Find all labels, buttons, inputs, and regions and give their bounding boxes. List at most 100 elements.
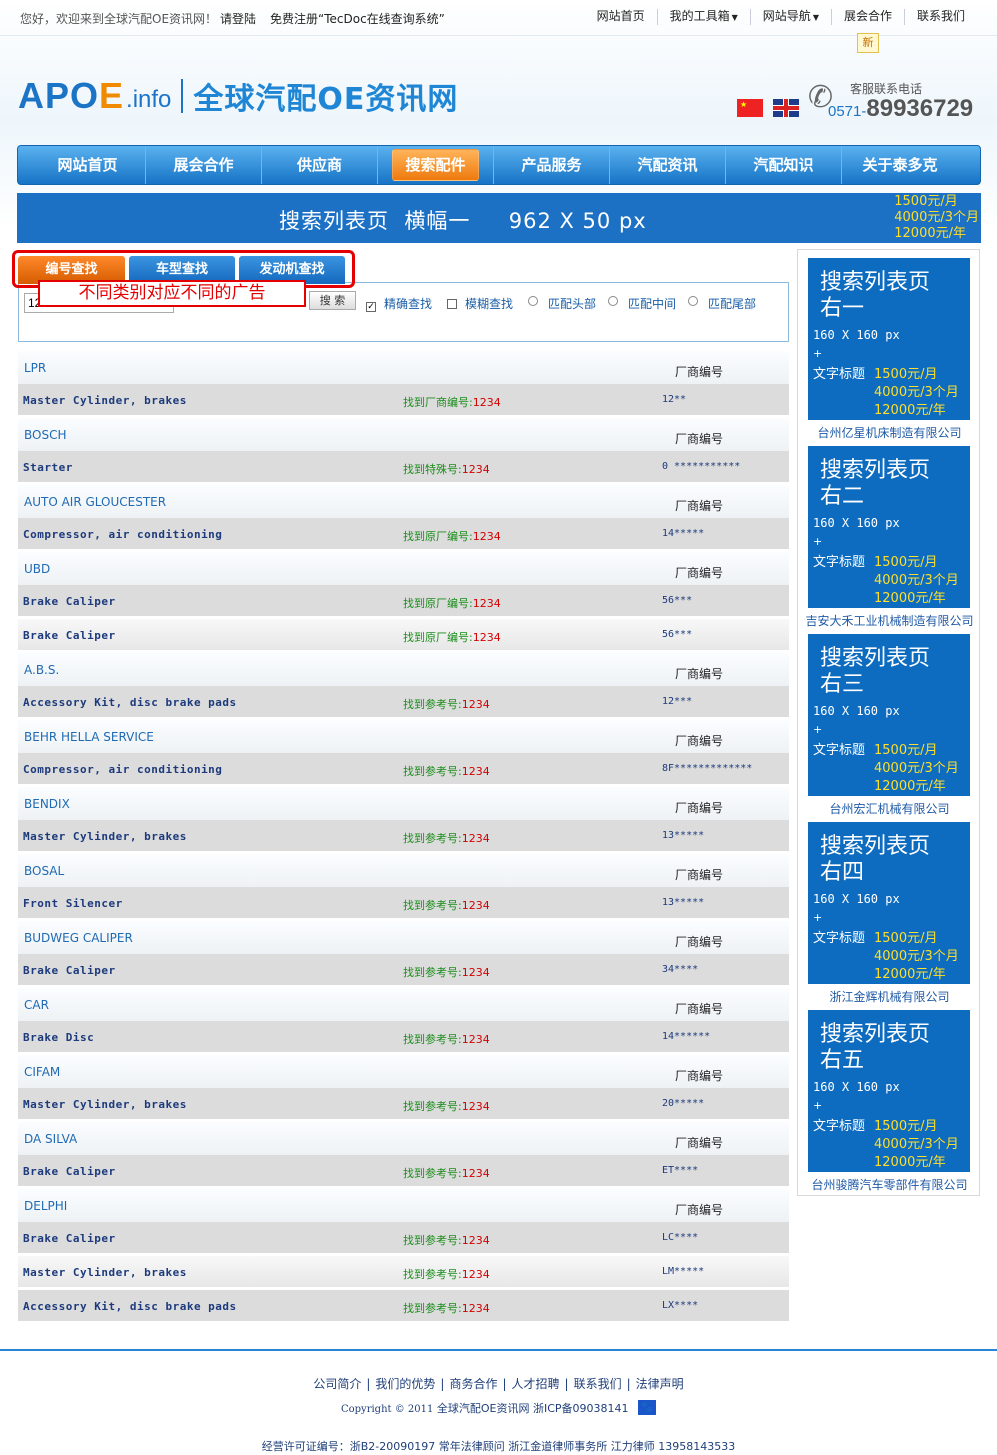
table-row[interactable]: Accessory Kit, disc brake pads 找到参考号:1234… <box>18 686 789 717</box>
match-info: 找到特殊号:1234 <box>403 463 490 476</box>
option-match-tail[interactable]: 匹配尾部 <box>688 295 756 312</box>
table-row[interactable]: Master Cylinder, brakes 找到参考号:1234 20***** <box>18 1088 789 1119</box>
topnav-exhibition[interactable]: 展会合作 <box>830 9 904 25</box>
company-link[interactable]: 浙江金辉机械有限公司 <box>798 988 981 1005</box>
brand-row: DA SILVA 厂商编号 <box>18 1122 789 1155</box>
table-row[interactable]: Accessory Kit, disc brake pads 找到参考号:1234… <box>18 1290 789 1321</box>
brand-link[interactable]: CIFAM <box>24 1065 60 1079</box>
match-info: 找到原厂编号:1234 <box>403 597 501 610</box>
footer-link[interactable]: 联系我们 <box>574 1377 622 1391</box>
footer-link[interactable]: 我们的优势 <box>375 1377 435 1391</box>
option-match-head[interactable]: 匹配头部 <box>528 295 596 312</box>
brand-link[interactable]: BOSAL <box>24 864 64 878</box>
part-description[interactable]: Brake Caliper <box>23 629 116 642</box>
side-ad[interactable]: 搜索列表页 右四 160 X 160 px + 文字标题 1500元/月 4000元/3个月… <box>808 822 970 984</box>
side-ad[interactable]: 搜索列表页 右三 160 X 160 px + 文字标题 1500元/月 4000元/3个月… <box>808 634 970 796</box>
part-description[interactable]: Starter <box>23 461 73 474</box>
topnav-home[interactable]: 网站首页 <box>585 9 657 25</box>
table-row[interactable]: Brake Caliper 找到参考号:1234 34**** <box>18 954 789 985</box>
brand-link[interactable]: A.B.S. <box>24 663 59 677</box>
register-link[interactable]: 免费注册“TecDoc在线查询系统” <box>270 10 445 27</box>
oe-label: 厂商编号 <box>675 868 724 882</box>
mainnav-item[interactable]: 展会合作 <box>146 146 262 184</box>
table-row[interactable]: Master Cylinder, brakes 找到参考号:1234 13***** <box>18 820 789 851</box>
table-row[interactable]: Brake Caliper 找到参考号:1234 ET**** <box>18 1155 789 1186</box>
part-description[interactable]: Brake Caliper <box>23 595 116 608</box>
paw-icon[interactable]: 🐾 <box>638 1400 657 1415</box>
side-ad[interactable]: 搜索列表页 右一 160 X 160 px + 文字标题 1500元/月 4000元/3个月… <box>808 258 970 420</box>
table-row[interactable]: Master Cylinder, brakes 找到厂商编号:1234 12** <box>18 384 789 415</box>
footer-link[interactable]: 商务合作 <box>449 1377 497 1391</box>
site-logo[interactable]: APOE .info 全球汽配OE资讯网 <box>18 74 458 118</box>
mainnav-item[interactable]: 汽配资讯 <box>610 146 726 184</box>
chinese-flag-icon[interactable]: ★ <box>737 99 763 117</box>
company-link[interactable]: 台州宏汇机械有限公司 <box>798 800 981 817</box>
table-row[interactable]: Front Silencer 找到参考号:1234 13***** <box>18 887 789 918</box>
side-ad[interactable]: 搜索列表页 右二 160 X 160 px + 文字标题 1500元/月 4000元/3个月… <box>808 446 970 608</box>
brand-link[interactable]: BENDIX <box>24 797 70 811</box>
brand-link[interactable]: AUTO AIR GLOUCESTER <box>24 495 166 509</box>
part-description[interactable]: Accessory Kit, disc brake pads <box>23 1300 237 1313</box>
search-button[interactable]: 搜 索 <box>309 291 356 310</box>
oe-label: 厂商编号 <box>675 566 724 580</box>
table-row[interactable]: Compressor, air conditioning 找到参考号:1234 8F… <box>18 753 789 784</box>
mainnav-item[interactable]: 汽配知识 <box>726 146 842 184</box>
part-description[interactable]: Compressor, air conditioning <box>23 528 222 541</box>
table-row[interactable]: Starter 找到特殊号:1234 0 *********** <box>18 451 789 482</box>
part-description[interactable]: Master Cylinder, brakes <box>23 830 187 843</box>
mainnav-item[interactable]: 搜索配件 <box>378 146 494 184</box>
topnav-contact[interactable]: 联系我们 <box>903 9 977 25</box>
copyright: Copyright © 2011 全球汽配OE资讯网 浙ICP备09038141… <box>0 1400 997 1416</box>
company-link[interactable]: 台州骏腾汽车零部件有限公司 <box>798 1176 981 1193</box>
table-row[interactable]: Brake Caliper 找到参考号:1234 LC**** <box>18 1222 789 1253</box>
brand-row: BOSAL 厂商编号 <box>18 854 789 887</box>
table-row[interactable]: Brake Caliper 找到原厂编号:1234 56*** <box>18 585 789 616</box>
brand-link[interactable]: DA SILVA <box>24 1132 77 1146</box>
match-info: 找到参考号:1234 <box>403 765 490 778</box>
part-description[interactable]: Accessory Kit, disc brake pads <box>23 696 237 709</box>
topnav-sitemap[interactable]: 网站导航 ▼ <box>749 9 831 25</box>
part-description[interactable]: Front Silencer <box>23 897 123 910</box>
brand-link[interactable]: BEHR HELLA SERVICE <box>24 730 154 744</box>
option-match-middle[interactable]: 匹配中间 <box>608 295 676 312</box>
mainnav-item[interactable]: 网站首页 <box>30 146 146 184</box>
table-row[interactable]: Compressor, air conditioning 找到原厂编号:1234 1… <box>18 518 789 549</box>
table-row[interactable]: Master Cylinder, brakes 找到参考号:1234 LM***** <box>18 1256 789 1287</box>
part-description[interactable]: Brake Caliper <box>23 964 116 977</box>
part-description[interactable]: Brake Disc <box>23 1031 94 1044</box>
match-info: 找到参考号:1234 <box>403 1167 490 1180</box>
part-description[interactable]: Master Cylinder, brakes <box>23 1266 187 1279</box>
part-description[interactable]: Master Cylinder, brakes <box>23 394 187 407</box>
company-link[interactable]: 台州亿星机床制造有限公司 <box>798 424 981 441</box>
brand-link[interactable]: LPR <box>24 361 46 375</box>
part-description[interactable]: Brake Caliper <box>23 1232 116 1245</box>
chevron-down-icon: ▼ <box>812 13 819 22</box>
option-fuzzy[interactable]: 模糊查找 <box>447 295 513 312</box>
login-link[interactable]: 请登陆 <box>220 10 256 27</box>
footer-link[interactable]: 法律声明 <box>636 1377 684 1391</box>
topnav-toolbox[interactable]: 我的工具箱 ▼ <box>656 9 750 25</box>
table-row[interactable]: Brake Caliper 找到原厂编号:1234 56*** <box>18 619 789 650</box>
mainnav-item[interactable]: 关于泰多克 <box>842 146 958 184</box>
table-row[interactable]: Brake Disc 找到参考号:1234 14****** <box>18 1021 789 1052</box>
mainnav-item[interactable]: 供应商 <box>262 146 378 184</box>
brand-link[interactable]: BUDWEG CALIPER <box>24 931 133 945</box>
footer-link[interactable]: 人才招聘 <box>512 1377 560 1391</box>
part-description[interactable]: Master Cylinder, brakes <box>23 1098 187 1111</box>
company-link[interactable]: 吉安大禾工业机械制造有限公司 <box>798 612 981 629</box>
part-code: 0 *********** <box>662 461 741 472</box>
footer-link[interactable]: 公司简介 <box>313 1377 361 1391</box>
part-code: 34**** <box>662 964 699 975</box>
oe-label: 厂商编号 <box>675 432 724 446</box>
brand-link[interactable]: BOSCH <box>24 428 67 442</box>
brand-link[interactable]: DELPHI <box>24 1199 67 1213</box>
option-exact[interactable]: ✓ 精确查找 <box>366 295 432 312</box>
brand-link[interactable]: UBD <box>24 562 50 576</box>
part-description[interactable]: Brake Caliper <box>23 1165 116 1178</box>
side-ad[interactable]: 搜索列表页 右五 160 X 160 px + 文字标题 1500元/月 4000元/3个月… <box>808 1010 970 1172</box>
mainnav-item[interactable]: 产品服务 <box>494 146 610 184</box>
part-description[interactable]: Compressor, air conditioning <box>23 763 222 776</box>
uk-flag-icon[interactable] <box>773 99 799 117</box>
banner-ad[interactable]: 搜索列表页 横幅一 962 X 50 px 1500元/月 4000元/3个月 … <box>17 193 981 243</box>
brand-link[interactable]: CAR <box>24 998 49 1012</box>
